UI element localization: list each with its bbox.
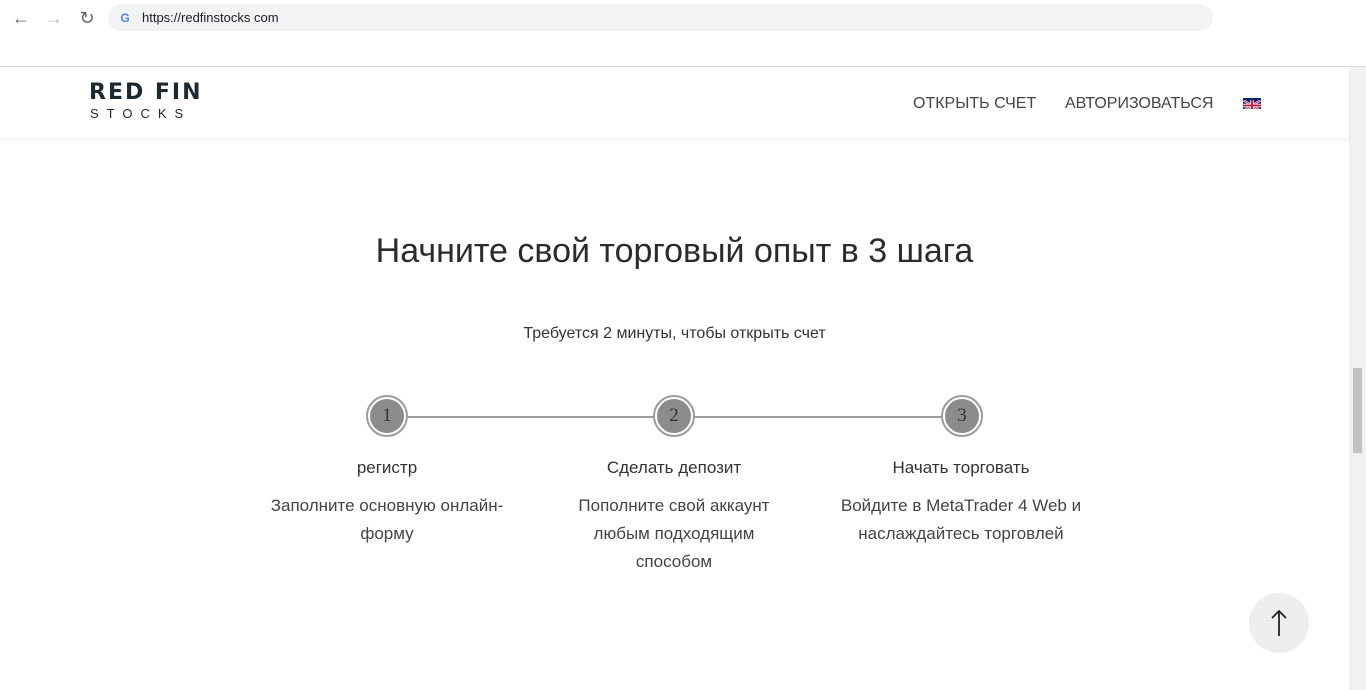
nav-open-account[interactable]: ОТКРЫТЬ СЧЕТ — [913, 95, 1036, 113]
scrollbar[interactable] — [1349, 67, 1366, 690]
scrollbar-thumb[interactable] — [1353, 368, 1362, 453]
page-title: Начните свой торговый опыт в 3 шага — [375, 232, 974, 270]
reload-icon[interactable]: ↻ — [75, 6, 99, 30]
step-3-title: Начать торговать — [892, 458, 1030, 477]
step-2-circle: 2 — [653, 395, 695, 437]
step-2-title: Сделать депозит — [606, 458, 742, 477]
step-3-circle: 3 — [941, 395, 983, 437]
browser-toolbar: ← → ↻ G https://redfinstocks com — [0, 0, 1366, 36]
address-bar[interactable]: G https://redfinstocks com — [108, 4, 1213, 31]
scroll-to-top-button[interactable] — [1249, 593, 1309, 653]
nav-login[interactable]: АВТОРИЗОВАТЬСЯ — [1065, 95, 1213, 113]
forward-arrow-icon[interactable]: → — [42, 6, 66, 30]
step-2-description: Пополните свой аккаунт любым подходящим … — [578, 496, 770, 571]
step-3-description: Войдите в MetaTrader 4 Web и наслаждайте… — [840, 496, 1082, 543]
back-arrow-icon[interactable]: ← — [9, 6, 33, 30]
url-text: https://redfinstocks com — [142, 10, 279, 25]
step-1-number: 1 — [370, 399, 404, 433]
step-1-circle: 1 — [366, 395, 408, 437]
google-icon: G — [120, 10, 130, 25]
uk-flag-icon[interactable] — [1243, 98, 1261, 109]
arrow-up-icon — [1271, 609, 1287, 636]
logo-bottom-text: STOCKS — [90, 106, 192, 121]
step-3-number: 3 — [945, 399, 979, 433]
logo-top-text: RED FIN — [89, 80, 203, 105]
step-1-description: Заполните основную онлайн-форму — [270, 496, 504, 543]
logo[interactable]: RED FIN STOCKS — [89, 81, 203, 123]
site-header: RED FIN STOCKS ОТКРЫТЬ СЧЕТ АВТОРИЗОВАТЬ… — [0, 67, 1349, 138]
step-2-number: 2 — [657, 399, 691, 433]
page-subtitle: Требуется 2 минуты, чтобы открыть счет — [523, 325, 826, 342]
step-1-title: регистр — [356, 458, 418, 477]
